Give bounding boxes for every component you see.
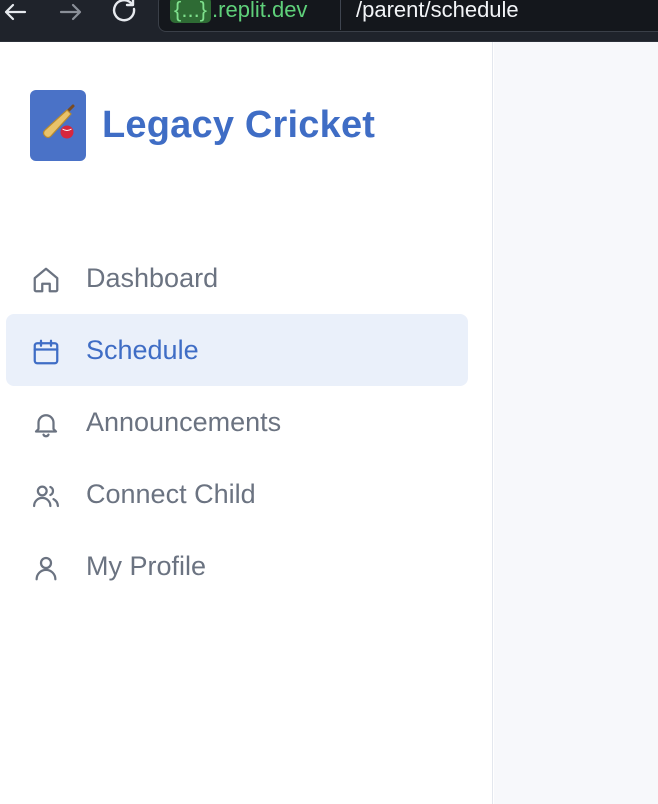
url-host-suffix: .replit.dev: [212, 0, 308, 22]
reload-icon: [111, 0, 139, 25]
calendar-icon: [30, 336, 62, 368]
sidebar-item-announcements[interactable]: Announcements: [6, 386, 468, 458]
main-content: [494, 42, 658, 804]
sidebar: Legacy Cricket Dashboard Schedule Announ…: [0, 42, 493, 804]
arrow-right-icon: [59, 1, 83, 23]
sidebar-item-label: Schedule: [86, 335, 199, 365]
back-button[interactable]: [0, 0, 30, 24]
arrow-left-icon: [3, 1, 27, 23]
home-icon: [30, 264, 62, 296]
reload-button[interactable]: [110, 0, 140, 24]
sidebar-item-connect-child[interactable]: Connect Child: [6, 458, 468, 530]
sidebar-item-dashboard[interactable]: Dashboard: [6, 242, 468, 314]
bell-icon: [30, 408, 62, 440]
sidebar-item-schedule[interactable]: Schedule: [6, 314, 468, 386]
users-icon: [30, 480, 62, 512]
user-icon: [30, 552, 62, 584]
forward-button[interactable]: [56, 0, 86, 24]
url-host-placeholder: {...}: [170, 0, 212, 23]
brand-logo[interactable]: [30, 90, 86, 161]
url-host: {...} .replit.dev: [170, 0, 307, 24]
brand-title[interactable]: Legacy Cricket: [102, 100, 375, 150]
url-divider: [340, 0, 341, 30]
sidebar-item-label: Dashboard: [86, 263, 219, 293]
cricket-bat-icon: [37, 102, 79, 149]
sidebar-item-label: My Profile: [86, 551, 207, 581]
sidebar-item-label: Connect Child: [86, 479, 256, 509]
url-path: /parent/schedule: [356, 0, 519, 22]
sidebar-item-label: Announcements: [86, 407, 282, 437]
sidebar-item-my-profile[interactable]: My Profile: [6, 530, 468, 602]
browser-toolbar: {...} .replit.dev /parent/schedule: [0, 0, 658, 42]
